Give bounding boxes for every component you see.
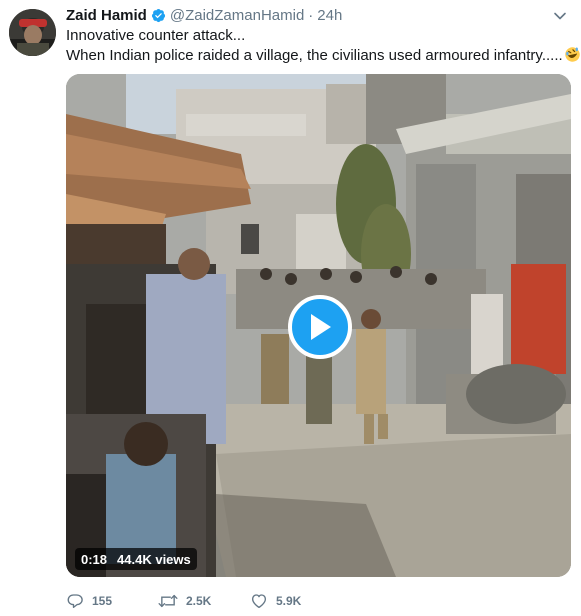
tweet-header: Zaid Hamid @ZaidZamanHamid · 24h xyxy=(66,6,342,24)
author-name[interactable]: Zaid Hamid xyxy=(66,7,147,24)
video-info-overlay: 0:18 44.4K views xyxy=(75,548,197,570)
reply-button[interactable]: 155 xyxy=(66,592,158,610)
tweet-actions: 155 2.5K 5.9K xyxy=(66,590,342,612)
tweet-timestamp[interactable]: 24h xyxy=(317,7,342,24)
rolling-on-floor-laughing-emoji-icon xyxy=(564,46,581,69)
reply-icon xyxy=(67,594,83,609)
video-player[interactable]: 0:18 44.4K views xyxy=(66,74,571,577)
tweet-text-line-2-wrap: When Indian police raided a village, the… xyxy=(66,46,580,69)
tweet-text-line-2: When Indian police raided a village, the… xyxy=(66,47,563,64)
separator-dot: · xyxy=(308,6,314,24)
heart-icon xyxy=(251,594,267,609)
verified-badge-icon xyxy=(151,8,166,23)
retweet-icon xyxy=(158,594,178,608)
video-duration: 0:18 xyxy=(81,551,108,567)
reply-count: 155 xyxy=(92,594,113,608)
play-icon xyxy=(311,314,331,340)
chevron-down-icon[interactable] xyxy=(553,9,567,23)
author-handle[interactable]: @ZaidZamanHamid xyxy=(170,7,304,24)
video-views: 44.4K views xyxy=(117,551,191,567)
tweet-text-line-1: Innovative counter attack... xyxy=(66,27,246,44)
play-button[interactable] xyxy=(288,295,352,359)
like-count: 5.9K xyxy=(276,594,302,608)
tweet-text: Innovative counter attack... When Indian… xyxy=(66,26,580,69)
avatar[interactable] xyxy=(9,9,56,56)
retweet-button[interactable]: 2.5K xyxy=(158,592,250,610)
like-button[interactable]: 5.9K xyxy=(250,592,342,610)
retweet-count: 2.5K xyxy=(186,594,212,608)
